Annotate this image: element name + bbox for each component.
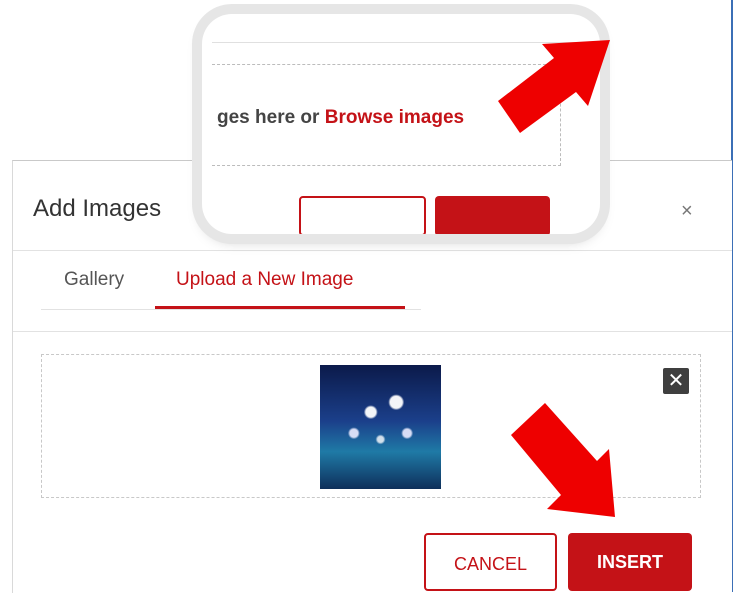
browse-images-link[interactable]: Browse images: [325, 107, 464, 128]
body-divider: [13, 331, 732, 332]
tab-gallery[interactable]: Gallery: [64, 269, 124, 291]
callout-prefix: ges here or: [217, 107, 325, 128]
callout-insert-button: [435, 196, 550, 234]
tab-baseline: [41, 309, 421, 310]
close-icon[interactable]: ×: [681, 201, 693, 221]
insert-button[interactable]: INSERT: [568, 533, 692, 591]
cancel-button[interactable]: CANCEL: [424, 533, 557, 591]
tab-bar: Gallery Upload a New Image: [41, 251, 421, 311]
tab-upload-new-image[interactable]: Upload a New Image: [176, 269, 353, 291]
callout-instruction: ges here or Browse images: [217, 107, 464, 129]
arrow-to-browse-icon: [498, 40, 610, 133]
remove-image-icon[interactable]: ✕: [663, 368, 689, 394]
dialog-title: Add Images: [33, 195, 162, 222]
callout-cancel-button: [299, 196, 426, 234]
uploaded-image-thumbnail: [320, 365, 441, 489]
arrow-to-insert-icon: [511, 403, 615, 517]
